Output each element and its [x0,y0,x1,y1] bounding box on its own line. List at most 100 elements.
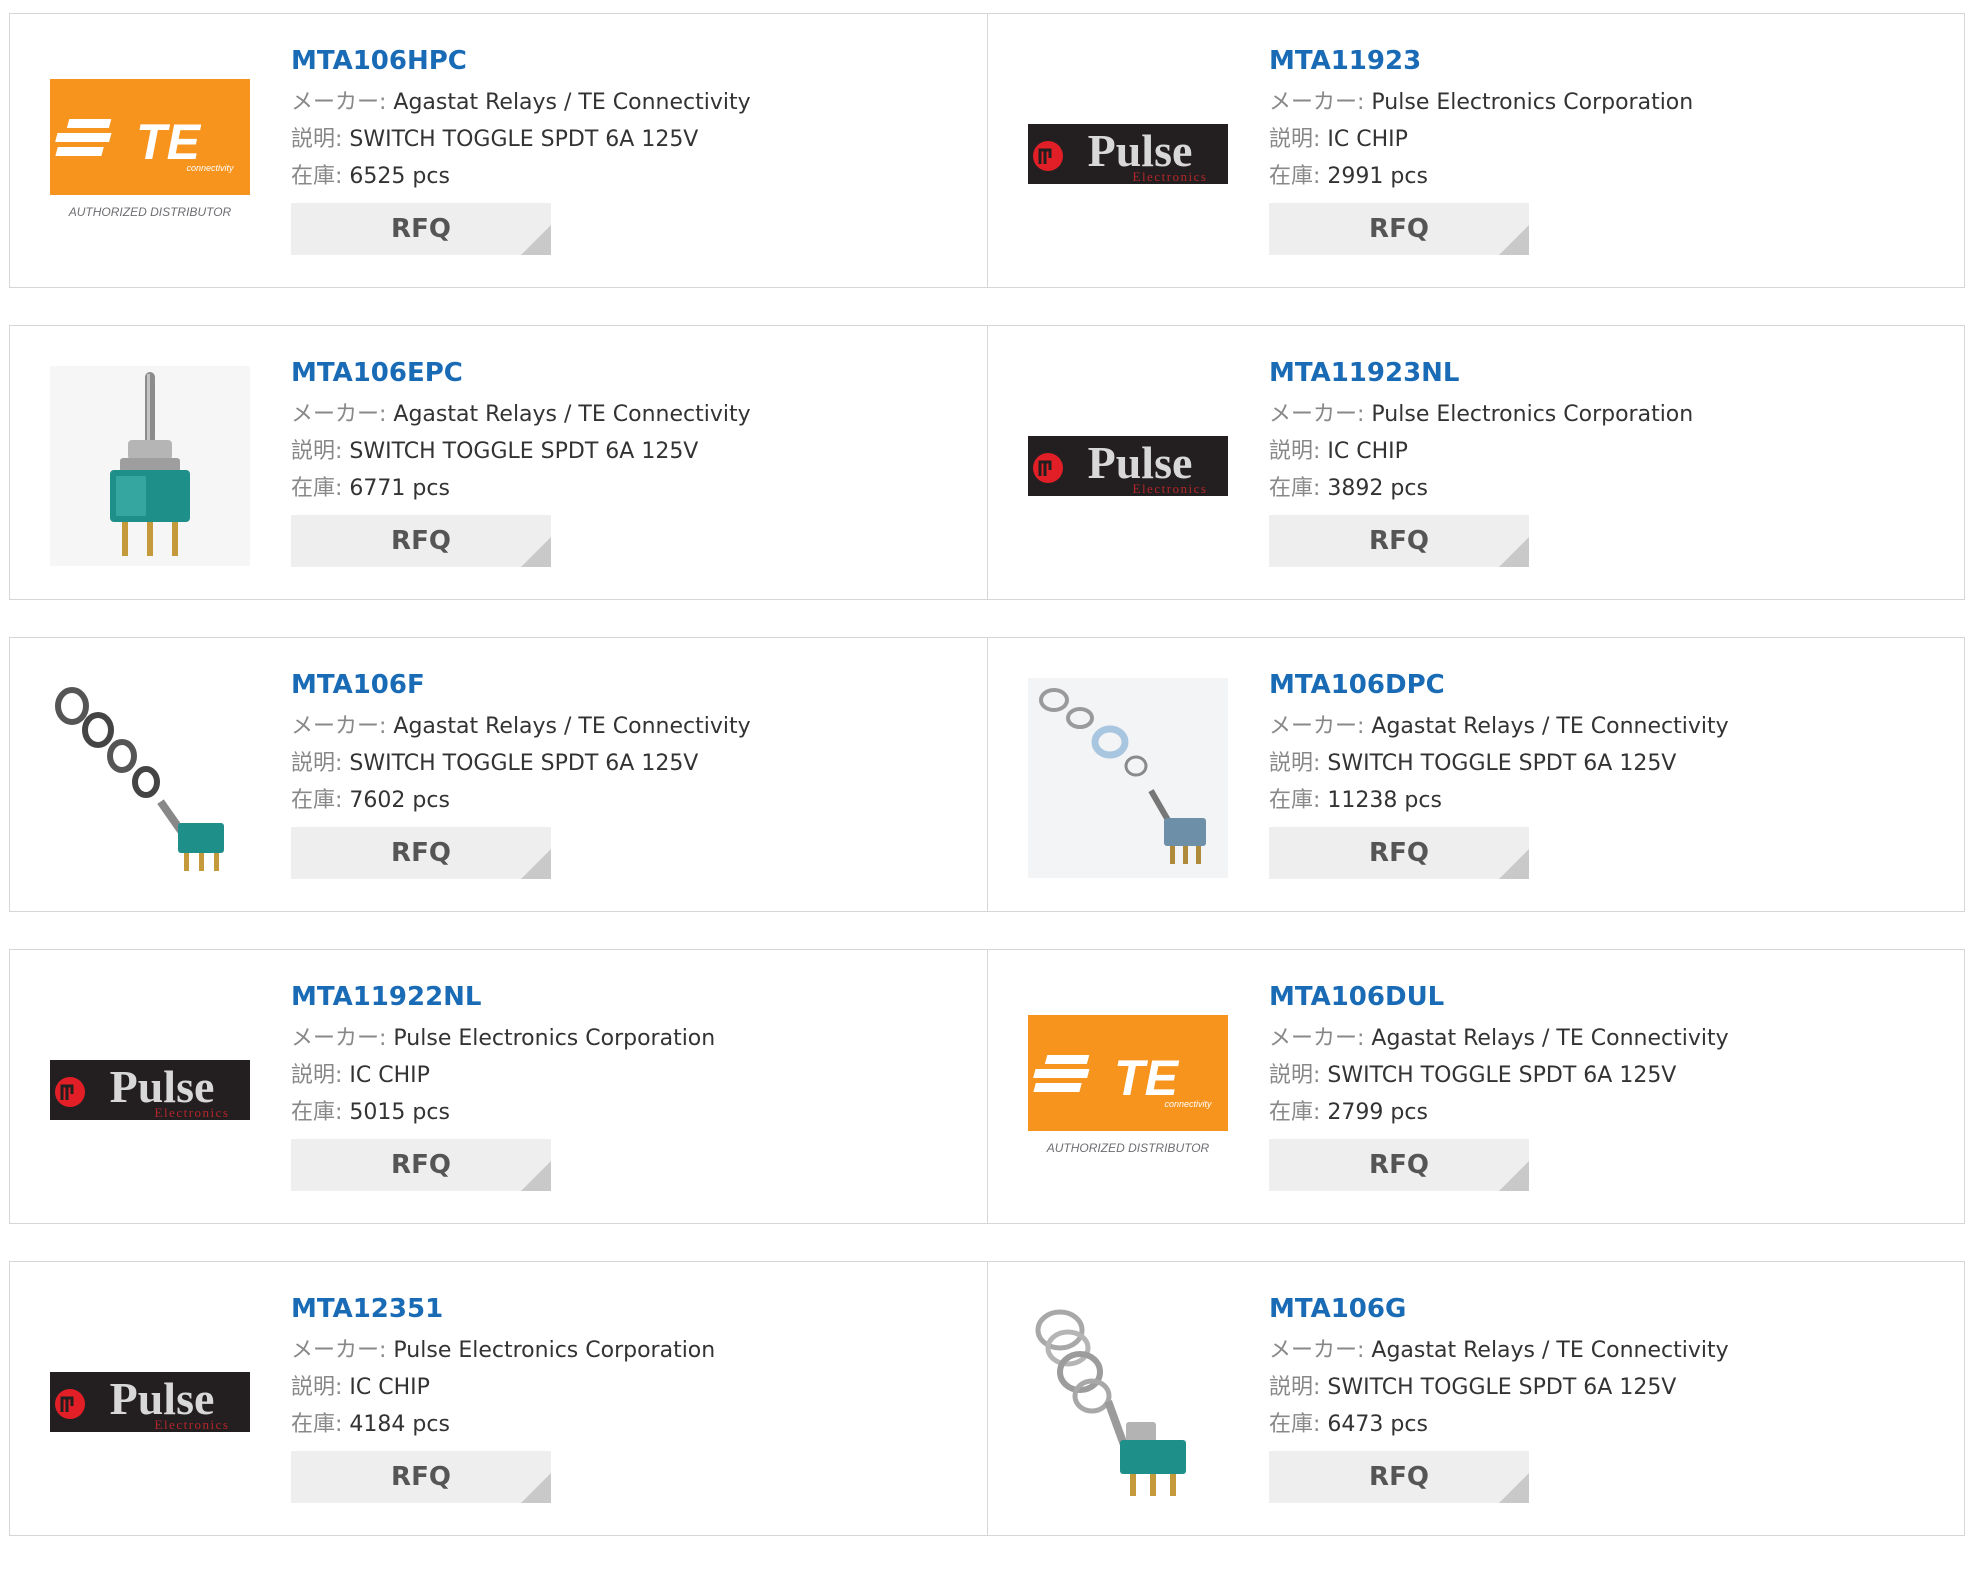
description-label: 説明: [1269,751,1321,776]
part-number-link[interactable]: MTA106DUL [1269,982,1954,1012]
stock-value: 2799 pcs [1327,1100,1428,1125]
product-row: MTA106EPC メーカー: Agastat Relays / TE Conn… [9,325,1965,600]
description-label: 説明: [291,1063,343,1088]
rfq-label: RFQ [391,526,451,556]
logo-sub-text: Electronics [155,1417,230,1432]
manufacturer-value: Agastat Relays / TE Connectivity [393,402,751,427]
logo-sub-text: connectivity [186,163,234,173]
part-number-link[interactable]: MTA106G [1269,1294,1954,1324]
part-number-link[interactable]: MTA11923 [1269,46,1954,76]
description-label: 説明: [291,127,343,152]
stock-label: 在庫: [1269,1100,1321,1125]
product-row: Pulse Electronics MTA12351 メーカー: Pulse E… [9,1261,1965,1536]
manufacturer-label: メーカー: [291,1026,387,1051]
manufacturer-value: Agastat Relays / TE Connectivity [1371,714,1729,739]
stock-label: 在庫: [291,1412,343,1437]
description-value: SWITCH TOGGLE SPDT 6A 125V [349,751,699,776]
description-field: 説明: IC CHIP [291,1369,977,1406]
corner-triangle-icon [1499,849,1529,879]
part-number-link[interactable]: MTA106EPC [291,358,977,388]
product-grid: TE connectivity AUTHORIZED DISTRIBUTOR M… [9,13,1965,1573]
description-value: IC CHIP [349,1375,430,1400]
manufacturer-field: メーカー: Agastat Relays / TE Connectivity [291,708,977,745]
rfq-button[interactable]: RFQ [1269,827,1529,879]
rfq-button[interactable]: RFQ [1269,1139,1529,1191]
pulse-logo[interactable]: Pulse Electronics [1028,54,1228,254]
corner-triangle-icon [521,1161,551,1191]
rfq-label: RFQ [391,1150,451,1180]
manufacturer-value: Pulse Electronics Corporation [1371,402,1694,427]
description-field: 説明: SWITCH TOGGLE SPDT 6A 125V [1269,745,1954,782]
stock-label: 在庫: [291,788,343,813]
product-row: MTA106F メーカー: Agastat Relays / TE Connec… [9,637,1965,912]
part-number-link[interactable]: MTA12351 [291,1294,977,1324]
manufacturer-value: Pulse Electronics Corporation [393,1026,716,1051]
toggle-switch-hardware-photo[interactable] [50,678,250,878]
manufacturer-label: メーカー: [291,714,387,739]
logo-sub-text: Electronics [155,1105,230,1120]
rfq-button[interactable]: RFQ [291,1139,551,1191]
rfq-button[interactable]: RFQ [291,1451,551,1503]
stock-field: 在庫: 4184 pcs [291,1406,977,1443]
manufacturer-field: メーカー: Agastat Relays / TE Connectivity [1269,1020,1954,1057]
te-logo[interactable]: TE connectivity AUTHORIZED DISTRIBUTOR [50,54,250,254]
manufacturer-field: メーカー: Pulse Electronics Corporation [1269,396,1954,433]
rfq-button[interactable]: RFQ [1269,515,1529,567]
stock-label: 在庫: [1269,1412,1321,1437]
product-card: Pulse Electronics MTA11922NL メーカー: Pulse… [10,950,987,1223]
description-value: IC CHIP [349,1063,430,1088]
toggle-switch-photo[interactable] [50,366,250,566]
part-number-link[interactable]: MTA11923NL [1269,358,1954,388]
manufacturer-label: メーカー: [1269,1026,1365,1051]
description-field: 説明: SWITCH TOGGLE SPDT 6A 125V [1269,1057,1954,1094]
description-label: 説明: [291,439,343,464]
logo-sub-text: connectivity [1164,1099,1212,1109]
manufacturer-value: Pulse Electronics Corporation [393,1338,716,1363]
pulse-logo[interactable]: Pulse Electronics [50,1302,250,1502]
manufacturer-label: メーカー: [1269,1338,1365,1363]
pulse-logo[interactable]: Pulse Electronics [50,990,250,1190]
logo-sub-text: Electronics [1133,481,1208,496]
toggle-switch-hardware-photo[interactable] [1028,678,1228,878]
description-field: 説明: SWITCH TOGGLE SPDT 6A 125V [291,745,977,782]
stock-label: 在庫: [291,164,343,189]
stock-value: 7602 pcs [349,788,450,813]
part-number-link[interactable]: MTA106DPC [1269,670,1954,700]
te-logo[interactable]: TE connectivity AUTHORIZED DISTRIBUTOR [1028,990,1228,1190]
manufacturer-field: メーカー: Pulse Electronics Corporation [291,1020,977,1057]
corner-triangle-icon [1499,1473,1529,1503]
manufacturer-field: メーカー: Agastat Relays / TE Connectivity [291,84,977,121]
description-label: 説明: [1269,127,1321,152]
corner-triangle-icon [521,225,551,255]
stock-label: 在庫: [291,1100,343,1125]
rfq-button[interactable]: RFQ [291,827,551,879]
rfq-button[interactable]: RFQ [1269,1451,1529,1503]
logo-sub-text: Electronics [1133,169,1208,184]
product-card: Pulse Electronics MTA11923NL メーカー: Pulse… [987,326,1964,599]
corner-triangle-icon [521,849,551,879]
manufacturer-field: メーカー: Agastat Relays / TE Connectivity [1269,708,1954,745]
logo-brand-text: TE [136,114,202,170]
corner-triangle-icon [1499,537,1529,567]
part-number-link[interactable]: MTA106F [291,670,977,700]
rfq-label: RFQ [1369,526,1429,556]
product-card: Pulse Electronics MTA11923 メーカー: Pulse E… [987,14,1964,287]
description-label: 説明: [1269,1375,1321,1400]
logo-brand-text: TE [1114,1050,1180,1106]
rfq-button[interactable]: RFQ [1269,203,1529,255]
rfq-button[interactable]: RFQ [291,515,551,567]
description-field: 説明: IC CHIP [291,1057,977,1094]
toggle-switch-hardware-photo[interactable] [1028,1302,1228,1502]
rfq-button[interactable]: RFQ [291,203,551,255]
stock-value: 11238 pcs [1327,788,1442,813]
rfq-label: RFQ [1369,1150,1429,1180]
manufacturer-field: メーカー: Agastat Relays / TE Connectivity [291,396,977,433]
stock-field: 在庫: 2991 pcs [1269,158,1954,195]
part-number-link[interactable]: MTA106HPC [291,46,977,76]
pulse-logo[interactable]: Pulse Electronics [1028,366,1228,566]
description-label: 説明: [1269,1063,1321,1088]
manufacturer-field: メーカー: Pulse Electronics Corporation [291,1332,977,1369]
rfq-label: RFQ [391,214,451,244]
description-value: IC CHIP [1327,439,1408,464]
part-number-link[interactable]: MTA11922NL [291,982,977,1012]
